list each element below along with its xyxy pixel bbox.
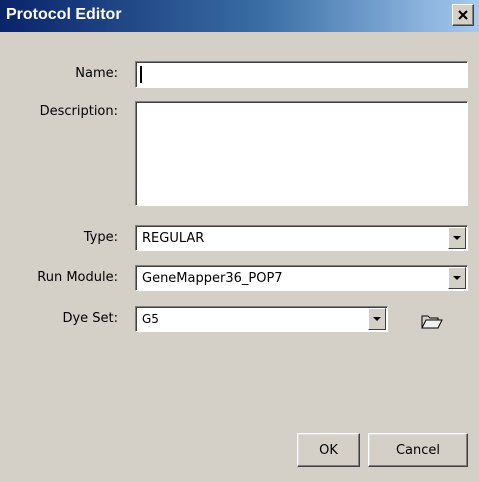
run-module-select-value: GeneMapper36_POP7	[142, 271, 283, 286]
cancel-button[interactable]: Cancel	[368, 433, 468, 467]
title-bar: Protocol Editor	[0, 0, 479, 32]
chevron-down-icon	[373, 317, 381, 321]
description-textarea[interactable]	[135, 101, 468, 206]
text-caret	[140, 66, 142, 83]
name-input[interactable]	[135, 61, 468, 88]
chevron-down-icon	[453, 236, 461, 240]
dye-set-label: Dye Set:	[62, 311, 118, 326]
window-title: Protocol Editor	[6, 6, 122, 23]
type-dropdown-button[interactable]	[448, 227, 466, 249]
dye-set-select-value: G5	[142, 312, 159, 326]
name-label: Name:	[75, 66, 118, 81]
chevron-down-icon	[453, 276, 461, 280]
close-button[interactable]	[452, 4, 474, 26]
type-select-value: REGULAR	[142, 231, 205, 246]
description-label: Description:	[39, 104, 118, 119]
close-icon	[458, 10, 468, 20]
folder-open-icon	[421, 315, 443, 329]
run-module-select[interactable]: GeneMapper36_POP7	[135, 265, 468, 291]
dye-set-dropdown-button[interactable]	[368, 308, 386, 330]
dye-set-select[interactable]: G5	[135, 306, 388, 332]
ok-button[interactable]: OK	[297, 433, 360, 467]
type-label: Type:	[83, 230, 118, 245]
dye-set-browse-button[interactable]	[421, 312, 443, 330]
run-module-label: Run Module:	[37, 270, 118, 285]
type-select[interactable]: REGULAR	[135, 225, 468, 251]
run-module-dropdown-button[interactable]	[448, 267, 466, 289]
